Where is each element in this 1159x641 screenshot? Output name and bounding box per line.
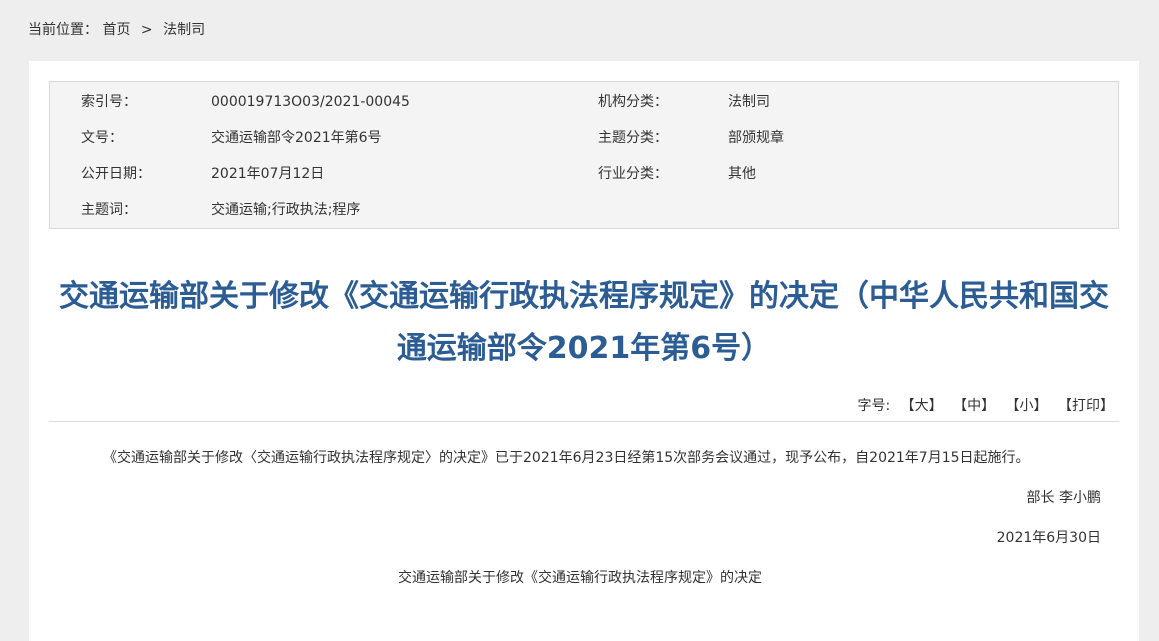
meta-row-docno: 文号： 交通运输部令2021年第6号 主题分类： 部颁规章 xyxy=(50,120,1118,156)
date-value: 2021年07月12日 xyxy=(211,166,325,182)
org-value: 法制司 xyxy=(728,94,770,110)
font-size-tools: 字号: 【大】 【中】 【小】 【打印】 xyxy=(857,395,1114,415)
breadcrumb-home-link[interactable]: 首页 xyxy=(102,22,130,38)
divider xyxy=(49,421,1119,422)
page-title: 交通运输部关于修改《交通运输行政执法程序规定》的决定（中华人民共和国交通运输部令… xyxy=(59,279,1109,366)
signer: 部长 李小鹏 xyxy=(1026,490,1101,506)
content-subtitle: 交通运输部关于修改《交通运输行政执法程序规定》的决定 xyxy=(398,570,762,586)
font-medium-button[interactable]: 【中】 xyxy=(953,398,995,414)
index-value: 000019713O03/2021-00045 xyxy=(211,94,410,110)
sign-date: 2021年6月30日 xyxy=(996,530,1101,546)
meta-row-index: 索引号： 000019713O03/2021-00045 机构分类： 法制司 xyxy=(50,84,1118,120)
org-label: 机构分类： xyxy=(598,94,668,110)
font-small-button[interactable]: 【小】 xyxy=(1006,398,1048,414)
topic-label: 主题分类： xyxy=(598,130,668,146)
industry-label: 行业分类： xyxy=(598,166,668,182)
industry-value: 其他 xyxy=(728,166,756,182)
topic-value: 部颁规章 xyxy=(728,130,784,146)
content-paragraph: 《交通运输部关于修改〈交通运输行政执法程序规定〉的决定》已于2021年6月23日… xyxy=(103,450,1030,466)
meta-row-date: 公开日期： 2021年07月12日 行业分类： 其他 xyxy=(50,156,1118,192)
breadcrumb-separator: > xyxy=(140,22,153,38)
docno-label: 文号： xyxy=(81,130,123,146)
date-label: 公开日期： xyxy=(81,166,151,182)
keywords-label: 主题词： xyxy=(81,202,137,218)
docno-value: 交通运输部令2021年第6号 xyxy=(211,130,382,146)
article-content: 《交通运输部关于修改〈交通运输行政执法程序规定〉的决定》已于2021年6月23日… xyxy=(59,443,1101,607)
font-large-button[interactable]: 【大】 xyxy=(901,398,943,414)
index-label: 索引号： xyxy=(81,94,137,110)
breadcrumb-prefix: 当前位置： xyxy=(28,22,98,38)
print-button[interactable]: 【打印】 xyxy=(1058,398,1114,414)
font-size-label: 字号: xyxy=(857,398,891,414)
meta-row-keywords: 主题词： 交通运输;行政执法;程序 xyxy=(50,192,1118,228)
metadata-box: 索引号： 000019713O03/2021-00045 机构分类： 法制司 文… xyxy=(49,81,1119,229)
breadcrumb: 当前位置： 首页 > 法制司 xyxy=(28,20,205,40)
article-panel: 索引号： 000019713O03/2021-00045 机构分类： 法制司 文… xyxy=(29,61,1139,641)
keywords-value: 交通运输;行政执法;程序 xyxy=(211,202,361,218)
breadcrumb-current-link[interactable]: 法制司 xyxy=(163,22,205,38)
